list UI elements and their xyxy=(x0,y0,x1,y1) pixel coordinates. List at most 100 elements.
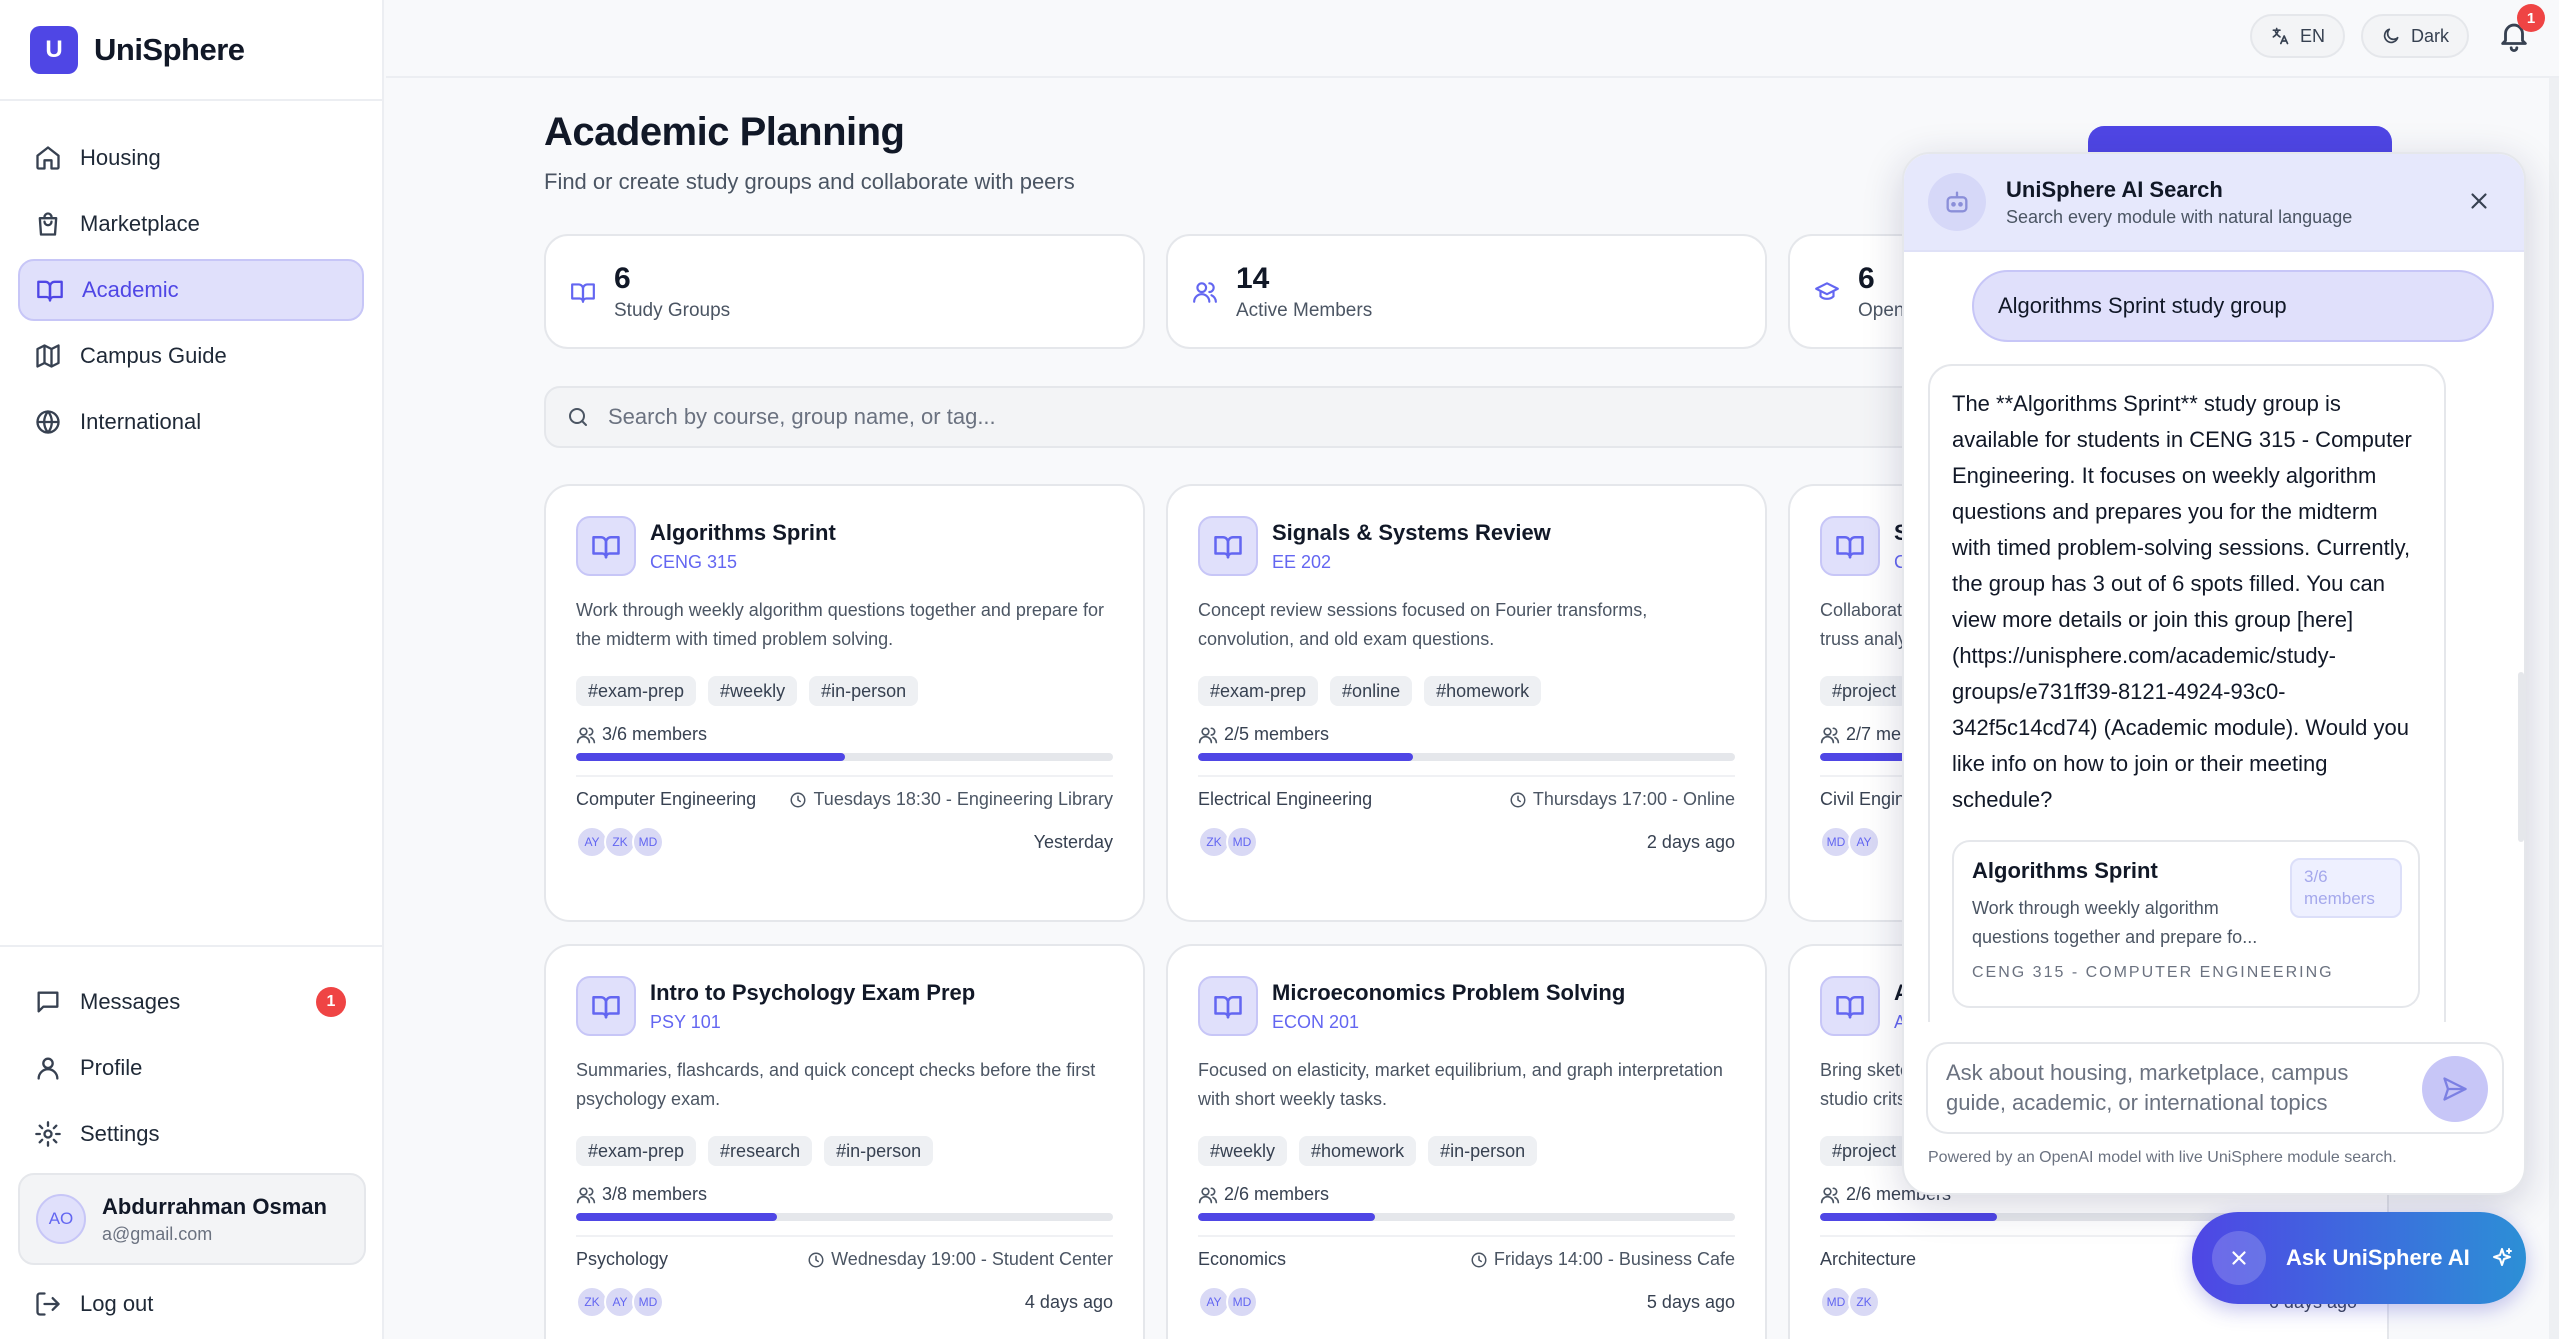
send-button[interactable] xyxy=(2422,1056,2488,1122)
tag[interactable]: #weekly xyxy=(708,676,798,706)
book-icon xyxy=(1198,976,1258,1036)
tag[interactable]: #exam-prep xyxy=(1198,676,1319,706)
result-card[interactable]: Algorithms Sprint Work through weekly al… xyxy=(1952,840,2420,1008)
tag[interactable]: #in-person xyxy=(824,1136,934,1166)
member-count: 2/6 members xyxy=(1198,1184,1735,1205)
users-icon xyxy=(576,727,596,743)
tag[interactable]: #project xyxy=(1820,676,1909,706)
users-icon xyxy=(1820,1187,1840,1203)
study-group-card[interactable]: Microeconomics Problem Solving ECON 201 … xyxy=(1166,944,1767,1339)
member-avatars: AY ZK MD xyxy=(576,826,664,858)
page-scrollbar[interactable] xyxy=(2549,78,2559,1339)
member-count-label: 2/6 members xyxy=(1224,1184,1330,1204)
sparkles-icon xyxy=(2492,1248,2512,1266)
tag[interactable]: #in-person xyxy=(1428,1136,1538,1166)
group-title: Microeconomics Problem Solving xyxy=(1272,979,1626,1005)
avatar: MD xyxy=(1226,1286,1258,1318)
result-members-badge: 3/6 members xyxy=(2290,858,2402,918)
page-subtitle: Find or create study groups and collabor… xyxy=(544,169,1075,194)
study-group-card[interactable]: Intro to Psychology Exam Prep PSY 101 Su… xyxy=(544,944,1145,1339)
schedule: Fridays 14:00 - Business Cafe xyxy=(1470,1249,1735,1270)
sidebar-item-label: International xyxy=(80,409,202,434)
globe-icon xyxy=(36,410,60,434)
tag[interactable]: #online xyxy=(1330,676,1413,706)
study-group-card[interactable]: Signals & Systems Review EE 202 Concept … xyxy=(1166,484,1767,922)
tag[interactable]: #exam-prep xyxy=(576,676,697,706)
map-icon xyxy=(36,344,60,368)
logout-label: Log out xyxy=(80,1291,154,1316)
member-avatars: ZK MD xyxy=(1198,826,1258,858)
close-icon[interactable] xyxy=(2466,188,2492,214)
user-card[interactable]: AO Abdurrahman Osman a@gmail.com xyxy=(18,1173,366,1265)
logo[interactable]: U UniSphere xyxy=(0,0,382,101)
course-code: EE 202 xyxy=(1272,551,1332,572)
search-input[interactable] xyxy=(608,404,2108,430)
schedule-label: Wednesday 19:00 - Student Center xyxy=(831,1249,1113,1269)
tag[interactable]: #homework xyxy=(1424,676,1542,706)
tag[interactable]: #in-person xyxy=(809,676,919,706)
users-icon xyxy=(1820,727,1840,743)
ai-search-panel: UniSphere AI Search Search every module … xyxy=(1902,152,2526,1195)
book-icon xyxy=(571,282,595,303)
study-group-card[interactable]: Algorithms Sprint CENG 315 Work through … xyxy=(544,484,1145,922)
sidebar-item-messages[interactable]: Messages 1 xyxy=(18,971,366,1033)
group-title: Algorithms Sprint xyxy=(650,519,836,545)
member-progress-fill xyxy=(576,1213,778,1221)
chat-scrollbar[interactable] xyxy=(2518,672,2524,842)
result-course: CENG 315 - COMPUTER ENGINEERING xyxy=(1972,964,2334,981)
group-description: Concept review sessions focused on Fouri… xyxy=(1198,600,1648,649)
bot-icon xyxy=(1928,173,1986,231)
sidebar-item-international[interactable]: International xyxy=(18,391,364,453)
avatar: AO xyxy=(36,1194,86,1244)
home-icon xyxy=(36,146,60,170)
tag[interactable]: #exam-prep xyxy=(576,1136,697,1166)
chat-input[interactable] xyxy=(1946,1058,2386,1120)
app-name: UniSphere xyxy=(94,31,245,67)
tag[interactable]: #research xyxy=(708,1136,813,1166)
graduation-cap-icon xyxy=(1815,281,1839,300)
book-icon xyxy=(576,516,636,576)
member-progress-fill xyxy=(1198,1213,1376,1221)
stat-label: Active Members xyxy=(1236,299,1373,321)
logout-button[interactable]: Log out xyxy=(18,1273,366,1335)
schedule: Tuesdays 18:30 - Engineering Library xyxy=(789,789,1113,810)
tag-list: #exam-prep #research #in-person xyxy=(576,1136,1113,1166)
sidebar-item-campus-guide[interactable]: Campus Guide xyxy=(18,325,364,387)
assistant-message-text: The **Algorithms Sprint** study group is… xyxy=(1952,391,2412,812)
department: Economics xyxy=(1198,1249,1287,1269)
sidebar-item-settings[interactable]: Settings xyxy=(18,1103,366,1165)
member-progress-fill xyxy=(1198,753,1413,761)
users-icon xyxy=(1198,1187,1218,1203)
theme-toggle[interactable]: Dark xyxy=(2360,14,2469,58)
chat-messages[interactable]: Algorithms Sprint study group The **Algo… xyxy=(1904,252,2524,1022)
sidebar-item-academic[interactable]: Academic xyxy=(18,259,364,321)
tag[interactable]: #homework xyxy=(1299,1136,1417,1166)
created-time: Yesterday xyxy=(1033,831,1113,852)
clock-icon xyxy=(1471,1252,1487,1267)
member-count: 3/6 members xyxy=(576,724,1113,745)
chat-footer: Powered by an OpenAI model with live Uni… xyxy=(1928,1149,2397,1166)
sidebar-item-housing[interactable]: Housing xyxy=(18,127,364,189)
language-button[interactable]: EN xyxy=(2249,14,2345,58)
stat-value: 6 xyxy=(614,261,631,295)
assistant-message: The **Algorithms Sprint** study group is… xyxy=(1928,364,2446,1022)
sidebar-item-profile[interactable]: Profile xyxy=(18,1037,366,1099)
translate-icon xyxy=(2272,27,2289,45)
message-icon xyxy=(37,991,59,1013)
clock-icon xyxy=(1510,792,1526,807)
clock-icon xyxy=(790,792,806,807)
member-count-label: 3/6 members xyxy=(602,724,708,744)
users-icon xyxy=(1198,727,1218,743)
member-progress-fill xyxy=(1820,1213,1998,1221)
logo-mark: U xyxy=(30,25,78,74)
book-icon xyxy=(1198,516,1258,576)
tag-list: #exam-prep #online #homework xyxy=(1198,676,1735,706)
schedule-label: Fridays 14:00 - Business Cafe xyxy=(1493,1249,1735,1269)
tag[interactable]: #weekly xyxy=(1198,1136,1288,1166)
sidebar-item-marketplace[interactable]: Marketplace xyxy=(18,193,364,255)
tag[interactable]: #project xyxy=(1820,1136,1909,1166)
schedule: Thursdays 17:00 - Online xyxy=(1509,789,1735,810)
logout-icon xyxy=(36,1292,60,1316)
ask-ai-button[interactable]: Ask UniSphere AI xyxy=(2192,1212,2526,1304)
stat-value: 14 xyxy=(1236,261,1270,295)
